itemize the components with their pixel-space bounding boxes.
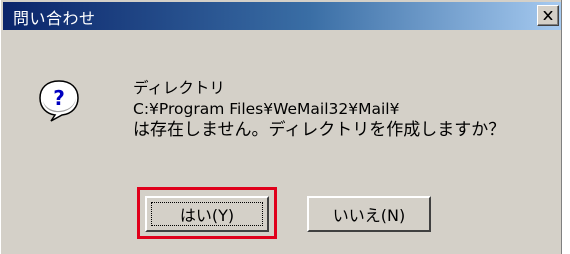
message-line-2: C:¥Program Files¥WeMail32¥Mail¥ <box>133 100 400 118</box>
title-bar[interactable]: 問い合わせ <box>3 2 561 30</box>
no-button[interactable]: いいえ(N) <box>307 196 431 232</box>
highlight-box <box>137 187 277 239</box>
confirm-dialog: 問い合わせ ? ディレクトリ C:¥Program Files¥WeMail32… <box>0 0 562 254</box>
message-line-3: は存在しません。ディレクトリを作成しますか？ <box>133 120 506 140</box>
no-button-label: いいえ(N) <box>332 206 406 225</box>
dialog-message: ディレクトリ C:¥Program Files¥WeMail32¥Mail¥ は… <box>133 78 505 141</box>
message-line-1: ディレクトリ <box>133 79 225 97</box>
question-icon: ? <box>37 78 81 122</box>
dialog-title: 問い合わせ <box>13 9 96 28</box>
close-icon <box>543 11 553 20</box>
close-button[interactable] <box>537 5 559 26</box>
svg-text:?: ? <box>53 86 65 110</box>
